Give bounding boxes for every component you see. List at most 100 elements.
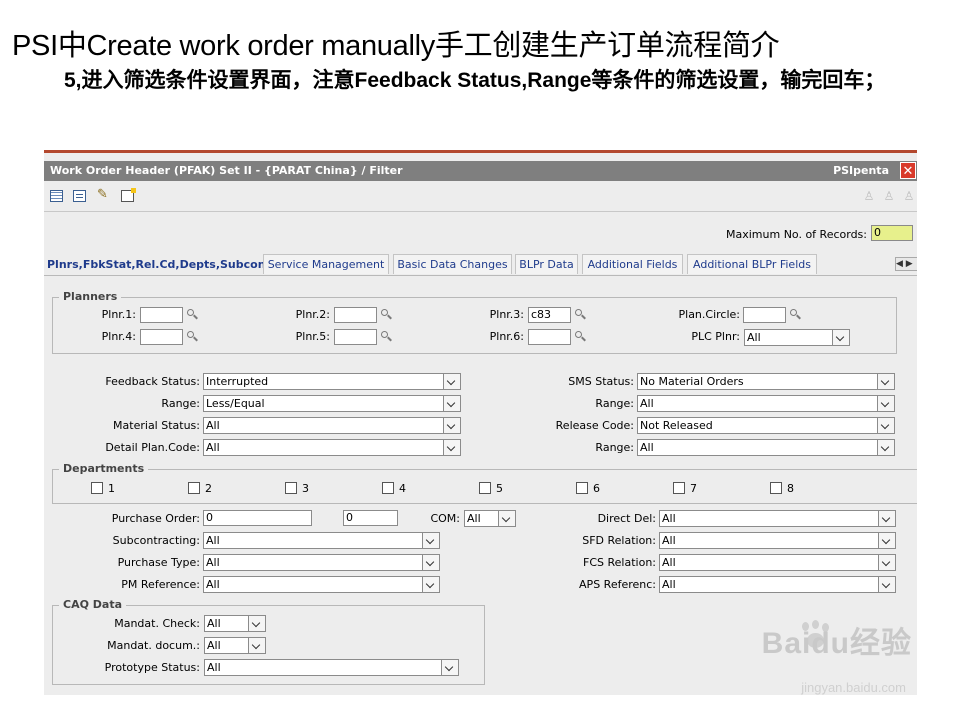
chevron-down-icon[interactable]: [877, 440, 894, 455]
close-icon[interactable]: ✕: [900, 162, 916, 179]
search-icon[interactable]: [790, 309, 802, 321]
department-checkbox-5[interactable]: [479, 482, 491, 494]
chevron-down-icon[interactable]: [877, 374, 894, 389]
range-right-2-label: Range:: [595, 441, 634, 454]
person-icon[interactable]: ♙: [863, 189, 875, 203]
pm-reference-select[interactable]: All: [203, 576, 440, 593]
tab-planners-status[interactable]: Plnrs,FbkStat,Rel.Cd,Depts,Subcontr: [46, 254, 276, 274]
chevron-down-icon[interactable]: [877, 396, 894, 411]
chevron-down-icon[interactable]: [248, 638, 265, 653]
chevron-down-icon[interactable]: [443, 440, 460, 455]
tab-scroll-arrows[interactable]: ◀ ▶: [895, 257, 917, 271]
chevron-down-icon[interactable]: [422, 577, 439, 592]
form-icon[interactable]: [73, 190, 86, 202]
range-left-select[interactable]: Less/Equal: [203, 395, 461, 412]
planner-1-input[interactable]: [140, 307, 183, 323]
watermark-logo: Baidu经验: [761, 627, 912, 660]
chevron-down-icon[interactable]: [498, 511, 515, 526]
mandat-docum-select[interactable]: All: [204, 637, 266, 654]
people-icon[interactable]: ♙: [883, 189, 895, 203]
com-select[interactable]: All: [464, 510, 516, 527]
plan-circle-input[interactable]: [743, 307, 786, 323]
sms-status-value: No Material Orders: [640, 375, 744, 388]
new-record-icon[interactable]: [121, 188, 136, 202]
tab-service-management[interactable]: Service Management: [263, 254, 389, 274]
material-status-select[interactable]: All: [203, 417, 461, 434]
range-right-1-select[interactable]: All: [637, 395, 895, 412]
tab-blpr-data[interactable]: BLPr Data: [515, 254, 578, 274]
direct-del-label: Direct Del:: [597, 512, 656, 525]
sms-status-select[interactable]: No Material Orders: [637, 373, 895, 390]
range-left-label: Range:: [161, 397, 200, 410]
release-code-value: Not Released: [640, 419, 713, 432]
chevron-down-icon[interactable]: [441, 660, 458, 675]
tab-additional-fields[interactable]: Additional Fields: [582, 254, 683, 274]
planner-4-label: Plnr.4:: [101, 330, 136, 343]
chevron-down-icon[interactable]: [878, 533, 895, 548]
department-checkbox-8[interactable]: [770, 482, 782, 494]
department-label-4: 4: [399, 482, 406, 495]
search-icon[interactable]: [575, 309, 587, 321]
direct-del-select[interactable]: All: [659, 510, 896, 527]
aps-reference-select[interactable]: All: [659, 576, 896, 593]
chevron-down-icon[interactable]: [443, 396, 460, 411]
aps-reference-label: APS Referenc:: [579, 578, 656, 591]
planner-6-input[interactable]: [528, 329, 571, 345]
purchase-type-select[interactable]: All: [203, 554, 440, 571]
release-code-label: Release Code:: [555, 419, 634, 432]
search-icon[interactable]: [381, 309, 393, 321]
prototype-status-label: Prototype Status:: [104, 661, 200, 674]
purchase-order-label: Purchase Order:: [111, 512, 200, 525]
sfd-relation-select[interactable]: All: [659, 532, 896, 549]
fcs-relation-select[interactable]: All: [659, 554, 896, 571]
planner-2-input[interactable]: [334, 307, 377, 323]
chevron-down-icon[interactable]: [878, 577, 895, 592]
com-value: All: [467, 512, 481, 525]
chevron-down-icon[interactable]: [832, 330, 849, 345]
planner-4-input[interactable]: [140, 329, 183, 345]
range-right-2-select[interactable]: All: [637, 439, 895, 456]
chevron-down-icon[interactable]: [422, 555, 439, 570]
planner-3-input[interactable]: c83: [528, 307, 571, 323]
department-checkbox-1[interactable]: [91, 482, 103, 494]
department-checkbox-3[interactable]: [285, 482, 297, 494]
plc-planner-select[interactable]: All: [744, 329, 850, 346]
release-code-select[interactable]: Not Released: [637, 417, 895, 434]
chevron-down-icon[interactable]: [422, 533, 439, 548]
search-icon[interactable]: [187, 309, 199, 321]
chevron-down-icon[interactable]: [877, 418, 894, 433]
search-icon[interactable]: [575, 331, 587, 343]
wand-icon[interactable]: ✎: [96, 188, 109, 201]
purchase-order-to-input[interactable]: 0: [343, 510, 398, 526]
search-icon[interactable]: [381, 331, 393, 343]
pm-reference-label: PM Reference:: [121, 578, 200, 591]
chevron-down-icon[interactable]: [443, 374, 460, 389]
department-checkbox-2[interactable]: [188, 482, 200, 494]
prototype-status-select[interactable]: All: [204, 659, 459, 676]
chevron-down-icon[interactable]: [878, 511, 895, 526]
group-icon[interactable]: ♙: [903, 189, 915, 203]
search-icon[interactable]: [187, 331, 199, 343]
feedback-status-select[interactable]: Interrupted: [203, 373, 461, 390]
chevron-down-icon[interactable]: [248, 616, 265, 631]
tab-bar: Plnrs,FbkStat,Rel.Cd,Depts,Subcontr Serv…: [44, 253, 917, 276]
purchase-order-from-input[interactable]: 0: [203, 510, 312, 526]
detail-plan-code-select[interactable]: All: [203, 439, 461, 456]
department-label-5: 5: [496, 482, 503, 495]
department-checkbox-4[interactable]: [382, 482, 394, 494]
direct-del-value: All: [662, 512, 676, 525]
planner-5-input[interactable]: [334, 329, 377, 345]
sms-status-label: SMS Status:: [568, 375, 634, 388]
tab-basic-data-changes[interactable]: Basic Data Changes: [393, 254, 512, 274]
chevron-down-icon[interactable]: [878, 555, 895, 570]
pm-reference-value: All: [206, 578, 220, 591]
mandat-check-select[interactable]: All: [204, 615, 266, 632]
tab-additional-blpr-fields[interactable]: Additional BLPr Fields: [687, 254, 817, 274]
department-checkbox-6[interactable]: [576, 482, 588, 494]
subcontracting-select[interactable]: All: [203, 532, 440, 549]
chevron-down-icon[interactable]: [443, 418, 460, 433]
table-icon[interactable]: [50, 190, 63, 202]
department-checkbox-7[interactable]: [673, 482, 685, 494]
max-records-input[interactable]: 0: [871, 225, 913, 241]
max-records-label: Maximum No. of Records:: [726, 228, 867, 241]
